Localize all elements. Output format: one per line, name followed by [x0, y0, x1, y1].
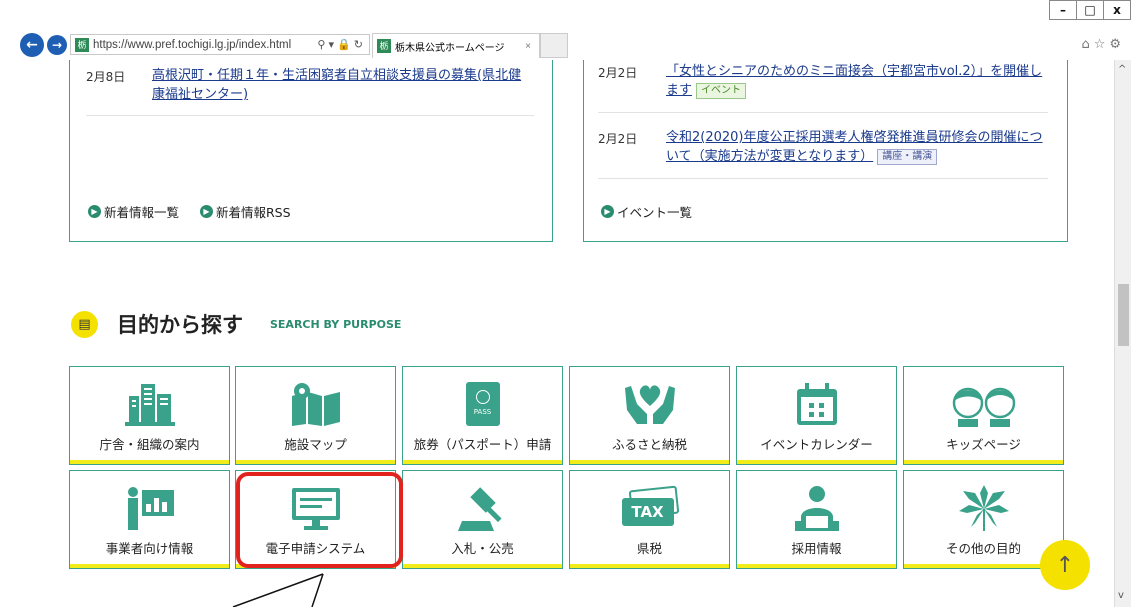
arrow-up-icon: ↑ [1055, 552, 1075, 578]
annotation-arrow [232, 573, 324, 607]
scroll-thumb[interactable] [1118, 284, 1129, 346]
scroll-down-icon[interactable]: v [1118, 590, 1124, 601]
vertical-scrollbar[interactable]: ^ v [1114, 60, 1131, 607]
back-to-top-button[interactable]: ↑ [1040, 540, 1090, 590]
scroll-up-icon[interactable]: ^ [1118, 64, 1126, 75]
